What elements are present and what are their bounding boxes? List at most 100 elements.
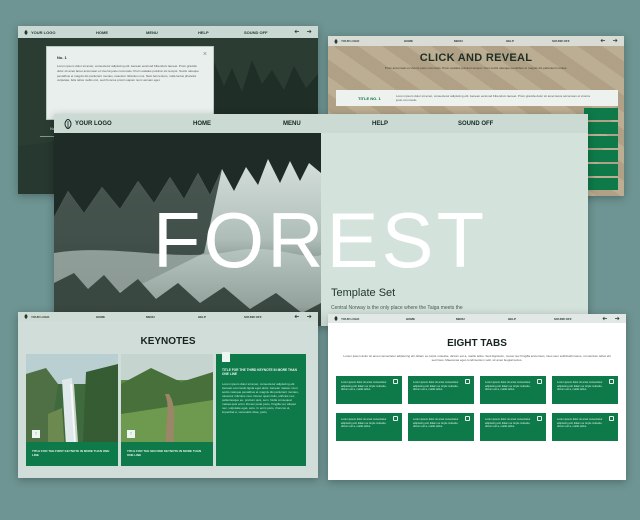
tab-icon — [465, 416, 470, 421]
tab-card[interactable]: Lorem ipsum dolor sit amet consectetur a… — [336, 376, 402, 404]
keynote-marker-icon: ↑ — [32, 430, 40, 438]
keynote-caption-text: TITLE FOR THE FIRST KEYNOTE IN MORE THAN… — [32, 449, 110, 457]
tab-text: Lorem ipsum dolor sit amet consectetur a… — [341, 381, 387, 392]
nav-home[interactable]: HOME — [406, 317, 415, 321]
reveal-row-collapsed[interactable] — [584, 178, 618, 190]
tab-icon — [537, 416, 542, 421]
logo-text: YOUR LOGO — [341, 39, 360, 43]
arrow-left-icon[interactable] — [602, 316, 608, 321]
nav-bar: YOUR LOGO HOME MENU HELP SOUND OFF — [18, 26, 318, 38]
tab-icon — [465, 379, 470, 384]
nav-menu[interactable]: MENU — [146, 30, 158, 35]
template-set-heading: Template Set — [331, 287, 396, 299]
nav-arrows[interactable] — [294, 29, 312, 34]
tab-text: Lorem ipsum dolor sit amet consectetur a… — [413, 418, 459, 429]
reveal-row-collapsed[interactable] — [584, 164, 618, 176]
slide-thumbnail-keynotes[interactable]: YOUR LOGO HOME MENU HELP SOUND OFF KEYNO… — [18, 312, 318, 478]
logo[interactable]: YOUR LOGO — [24, 314, 49, 319]
logo[interactable]: YOUR LOGO — [64, 118, 112, 129]
arrow-left-icon[interactable] — [294, 29, 300, 34]
keynote-marker-icon — [222, 352, 230, 362]
nav-menu[interactable]: MENU — [454, 39, 463, 43]
nav-arrows[interactable] — [600, 38, 618, 43]
popup-title: No. 1 — [57, 55, 67, 60]
nav-help[interactable]: HELP — [198, 30, 209, 35]
tab-card[interactable]: Lorem ipsum dolor sit amet consectetur a… — [480, 376, 546, 404]
leaf-icon — [24, 314, 28, 319]
keynote-caption-text: TITLE FOR THE SECOND KEYNOTE IN MORE THA… — [127, 449, 202, 457]
nav-sound[interactable]: SOUND OFF — [244, 30, 268, 35]
reveal-row[interactable]: TITLE NO. 1 Lorem ipsum dolor sit amet, … — [336, 90, 618, 106]
tab-text: Lorem ipsum dolor sit amet consectetur a… — [557, 381, 603, 392]
tab-card[interactable]: Lorem ipsum dolor sit amet consectetur a… — [552, 413, 618, 441]
nav-bar: YOUR LOGO HOME MENU HELP SOUND OFF — [54, 114, 588, 133]
tab-icon — [393, 416, 398, 421]
arrow-right-icon[interactable] — [614, 316, 620, 321]
logo-text: YOUR LOGO — [31, 29, 56, 35]
reveal-row-text: Lorem ipsum dolor sit amet, consectetur … — [396, 94, 590, 102]
arrow-right-icon[interactable] — [306, 29, 312, 34]
hero-title: FOREST — [152, 196, 488, 284]
nav-sound[interactable]: SOUND OFF — [554, 317, 572, 321]
nav-sound[interactable]: SOUND OFF — [552, 39, 570, 43]
nav-home[interactable]: HOME — [96, 30, 108, 35]
slide-subtitle: Lorem ipsum dolor sit amet consectetur a… — [343, 354, 611, 362]
nav-sound[interactable]: SOUND OFF — [458, 121, 493, 127]
logo[interactable]: YOUR LOGO — [334, 316, 359, 321]
close-icon[interactable]: × — [203, 51, 207, 58]
arrow-right-icon[interactable] — [612, 38, 618, 43]
reveal-row-collapsed[interactable] — [584, 150, 618, 162]
reveal-rows-collapsed — [584, 108, 618, 192]
leaf-icon — [24, 29, 28, 35]
nav-home[interactable]: HOME — [193, 121, 211, 127]
reveal-row-collapsed[interactable] — [584, 122, 618, 134]
arrow-right-icon[interactable] — [306, 314, 312, 319]
keynote-card-3[interactable]: TITLE FOR THE THIRD KEYNOTE IN MORE THAN… — [216, 352, 306, 466]
nav-arrows[interactable] — [294, 314, 312, 319]
keynote-card-2[interactable]: ↑ TITLE FOR THE SECOND KEYNOTE IN MORE T… — [121, 354, 213, 466]
tab-card[interactable]: Lorem ipsum dolor sit amet consectetur a… — [480, 413, 546, 441]
arrow-left-icon[interactable] — [600, 38, 606, 43]
tab-icon — [609, 379, 614, 384]
reveal-row-collapsed[interactable] — [584, 108, 618, 120]
reveal-row-collapsed[interactable] — [584, 136, 618, 148]
nav-bar: YOUR LOGO HOME MENU HELP SOUND OFF — [18, 312, 318, 321]
tab-icon — [393, 379, 398, 384]
tab-text: Lorem ipsum dolor sit amet consectetur a… — [557, 418, 603, 429]
nav-menu[interactable]: MENU — [146, 315, 155, 319]
arrow-left-icon[interactable] — [294, 314, 300, 319]
slide-thumbnail-eight-tabs[interactable]: YOUR LOGO HOME MENU HELP SOUND OFF EIGHT… — [328, 314, 626, 480]
logo[interactable]: YOUR LOGO — [334, 38, 360, 44]
nav-help[interactable]: HELP — [372, 121, 388, 127]
info-popup: × No. 1 Lorem ipsum dolor sit amet, cons… — [46, 46, 214, 120]
leaf-icon — [334, 316, 338, 321]
reveal-row-label: TITLE NO. 1 — [358, 96, 381, 101]
nav-home[interactable]: HOME — [96, 315, 105, 319]
tab-card[interactable]: Lorem ipsum dolor sit amet consectetur a… — [408, 376, 474, 404]
tab-card[interactable]: Lorem ipsum dolor sit amet consectetur a… — [336, 413, 402, 441]
nav-bar: YOUR LOGO HOME MENU HELP SOUND OFF — [328, 36, 624, 46]
nav-menu[interactable]: MENU — [456, 317, 465, 321]
nav-help[interactable]: HELP — [198, 315, 206, 319]
popup-text: Lorem ipsum dolor sit amet, consectetur … — [57, 64, 199, 83]
nav-menu[interactable]: MENU — [283, 121, 301, 127]
nav-help[interactable]: HELP — [508, 317, 516, 321]
logo-text: YOUR LOGO — [341, 316, 360, 321]
tab-text: Lorem ipsum dolor sit amet consectetur a… — [413, 381, 459, 392]
tab-text: Lorem ipsum dolor sit amet consectetur a… — [485, 381, 531, 392]
tab-icon — [609, 416, 614, 421]
tab-text: Lorem ipsum dolor sit amet consectetur a… — [341, 418, 387, 429]
keynote-card-title: TITLE FOR THE THIRD KEYNOTE IN MORE THAN… — [222, 368, 297, 376]
nav-arrows[interactable] — [602, 316, 620, 321]
nav-sound[interactable]: SOUND OFF — [244, 315, 262, 319]
tab-grid: Lorem ipsum dolor sit amet consectetur a… — [336, 376, 618, 441]
tab-card[interactable]: Lorem ipsum dolor sit amet consectetur a… — [552, 376, 618, 404]
logo[interactable]: YOUR LOGO — [24, 29, 56, 35]
tab-text: Lorem ipsum dolor sit amet consectetur a… — [485, 418, 531, 429]
keynote-card-1[interactable]: ↑ TITLE FOR THE FIRST KEYNOTE IN MORE TH… — [26, 354, 118, 466]
tab-icon — [537, 379, 542, 384]
leaf-icon — [64, 118, 72, 129]
nav-help[interactable]: HELP — [506, 39, 514, 43]
nav-home[interactable]: HOME — [404, 39, 413, 43]
tab-card[interactable]: Lorem ipsum dolor sit amet consectetur a… — [408, 413, 474, 441]
